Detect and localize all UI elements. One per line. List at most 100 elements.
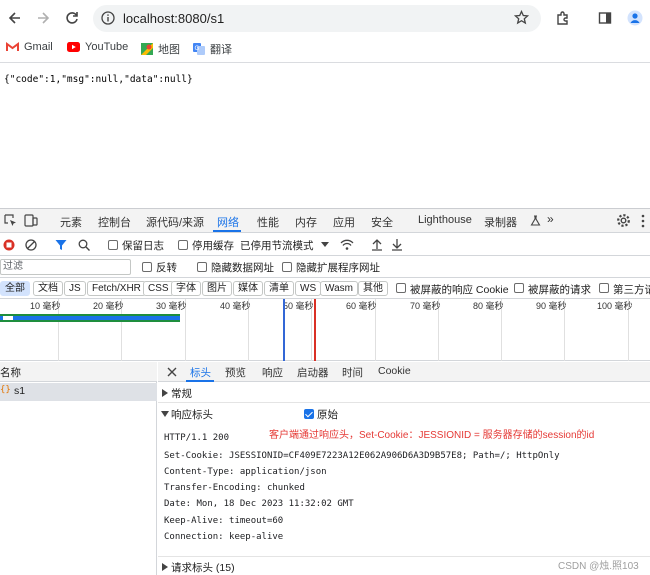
extensions-button[interactable] (553, 8, 573, 28)
blocked-cookies-label: 被屏蔽的响应 Cookie (410, 284, 509, 296)
tab-preview[interactable]: 预览 (225, 365, 246, 380)
tab-headers[interactable]: 标头 (190, 365, 211, 380)
tab-initiator[interactable]: 启动器 (297, 365, 329, 380)
type-filter-js[interactable]: JS (64, 281, 86, 296)
timeline-tick: 90 毫秒 (536, 301, 567, 311)
timeline-tick: 100 毫秒 (597, 301, 633, 311)
throttling-select[interactable]: 已停用节流模式 (240, 238, 314, 253)
tab-security[interactable]: 安全 (371, 214, 393, 230)
bookmark-label: 地图 (158, 44, 180, 56)
tab-timing[interactable]: 时间 (342, 365, 363, 380)
expand-triangle-icon (162, 563, 168, 571)
tab-lighthouse[interactable]: Lighthouse (418, 214, 472, 226)
name-column-label: 名称 (0, 367, 21, 379)
bookmark-youtube[interactable]: YouTube (67, 41, 128, 53)
bookmarks-bar: Gmail YouTube 地图 G 翻译 (0, 36, 650, 63)
bookmark-label: Gmail (24, 41, 53, 53)
blocked-requests-checkbox[interactable] (514, 283, 524, 293)
settings-gear-icon[interactable] (616, 213, 631, 228)
profile-button[interactable] (625, 8, 645, 28)
address-bar[interactable]: localhost:8080/s1 (93, 5, 541, 32)
resource-type-filters: 全部 文档 JS Fetch/XHR CSS 字体 图片 媒体 清单 WS Wa… (0, 278, 650, 299)
bookmark-star-icon[interactable] (514, 10, 529, 25)
preserve-log-label: 保留日志 (122, 240, 164, 252)
forward-button[interactable] (33, 8, 53, 28)
disable-cache-checkbox[interactable] (178, 240, 188, 250)
export-har-icon[interactable] (391, 238, 403, 251)
inspect-element-icon[interactable] (4, 214, 17, 227)
avatar-icon (627, 10, 643, 26)
collapse-triangle-icon (161, 411, 169, 417)
blocked-cookies-checkbox[interactable] (396, 283, 406, 293)
back-button[interactable] (5, 8, 25, 28)
tab-application[interactable]: 应用 (333, 214, 355, 230)
filter-input[interactable]: 过滤 (0, 259, 131, 275)
third-party-label: 第三方请 (613, 284, 650, 296)
request-download-bar (0, 316, 180, 320)
search-icon[interactable] (78, 239, 90, 251)
hide-data-urls-checkbox[interactable] (197, 262, 207, 272)
import-har-icon[interactable] (371, 238, 383, 251)
detail-tab-bar: 标头 预览 响应 启动器 时间 Cookie (158, 362, 650, 382)
type-filter-css[interactable]: CSS (143, 281, 174, 296)
hide-extension-urls-label: 隐藏扩展程序网址 (296, 262, 380, 274)
forward-arrow-icon (38, 12, 50, 24)
request-row[interactable]: {​} s1 (0, 383, 157, 401)
timeline-tick: 50 毫秒 (283, 301, 314, 311)
timeline-tick: 80 毫秒 (473, 301, 504, 311)
reload-button[interactable] (62, 8, 82, 28)
url-text: localhost:8080/s1 (123, 11, 225, 26)
type-filter-manifest[interactable]: 清单 (264, 281, 294, 296)
watermark: CSDN @烛.照103 (558, 561, 639, 572)
tab-sources[interactable]: 源代码/来源 (146, 214, 204, 230)
tab-recorder[interactable]: 录制器 (484, 214, 517, 230)
tab-response[interactable]: 响应 (262, 365, 283, 380)
request-queue-bar (3, 316, 13, 320)
type-filter-fetch-xhr[interactable]: Fetch/XHR (87, 281, 146, 296)
close-icon[interactable] (167, 367, 177, 377)
tab-network[interactable]: 网络 (217, 214, 239, 230)
svg-text:G: G (195, 45, 200, 52)
filter-funnel-icon[interactable] (55, 239, 67, 251)
type-filter-other[interactable]: 其他 (358, 281, 388, 296)
tab-console[interactable]: 控制台 (98, 214, 131, 230)
network-overview-timeline[interactable]: 10 毫秒 20 毫秒 30 毫秒 40 毫秒 50 毫秒 60 毫秒 70 毫… (0, 299, 650, 361)
bookmark-translate[interactable]: G 翻译 (193, 41, 232, 57)
tab-cookies[interactable]: Cookie (378, 365, 411, 377)
network-conditions-icon[interactable] (340, 239, 354, 251)
response-headers-section-header[interactable]: 响应标头 原始 (158, 404, 650, 424)
bookmark-maps[interactable]: 地图 (141, 41, 180, 57)
tab-elements[interactable]: 元素 (60, 214, 82, 230)
device-toolbar-icon[interactable] (24, 214, 38, 227)
more-tabs-button[interactable]: » (547, 212, 554, 226)
more-options-icon[interactable] (640, 214, 646, 228)
third-party-checkbox[interactable] (599, 283, 609, 293)
type-filter-media[interactable]: 媒体 (233, 281, 263, 296)
type-filter-img[interactable]: 图片 (202, 281, 232, 296)
domcontentloaded-marker (283, 299, 285, 361)
type-filter-ws[interactable]: WS (295, 281, 322, 296)
type-filter-font[interactable]: 字体 (171, 281, 201, 296)
hide-extension-urls-checkbox[interactable] (282, 262, 292, 272)
dropdown-caret-icon[interactable] (321, 242, 329, 248)
general-section-header[interactable]: 常规 (158, 383, 650, 403)
header-line: Keep-Alive: timeout=60 (164, 516, 284, 526)
side-panel-button[interactable] (595, 8, 615, 28)
name-column-header[interactable]: 名称 (0, 362, 157, 382)
record-stop-icon[interactable] (3, 239, 15, 251)
info-icon[interactable] (101, 11, 115, 25)
invert-checkbox[interactable] (142, 262, 152, 272)
type-filter-all[interactable]: 全部 (0, 281, 30, 296)
preserve-log-checkbox[interactable] (108, 240, 118, 250)
type-filter-doc[interactable]: 文档 (33, 281, 63, 296)
raw-checkbox[interactable] (304, 409, 314, 419)
request-list: 名称 {​} s1 (0, 362, 157, 575)
timeline-tick: 40 毫秒 (220, 301, 251, 311)
bookmark-gmail[interactable]: Gmail (6, 41, 53, 53)
tab-performance[interactable]: 性能 (257, 214, 279, 230)
clear-icon[interactable] (25, 239, 37, 251)
invert-label: 反转 (156, 262, 177, 274)
type-filter-wasm[interactable]: Wasm (320, 281, 358, 296)
tab-memory[interactable]: 内存 (295, 214, 317, 230)
network-toolbar: 保留日志 停用缓存 已停用节流模式 (0, 234, 650, 256)
